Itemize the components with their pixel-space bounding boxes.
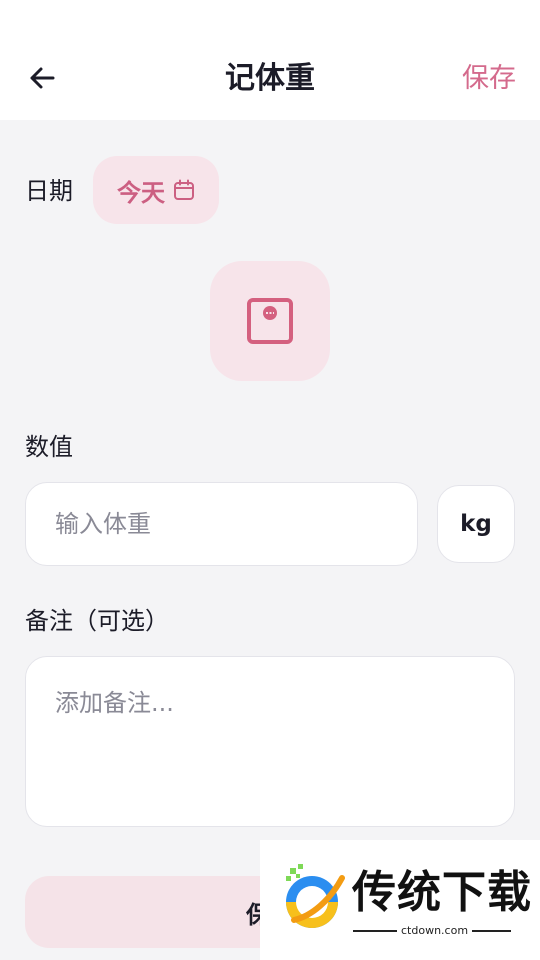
note-textarea[interactable]: [25, 656, 515, 827]
value-label: 数值: [25, 433, 73, 461]
unit-selector[interactable]: kg: [437, 485, 515, 563]
date-picker-chip[interactable]: 今天: [93, 156, 219, 224]
date-value: 今天: [117, 178, 165, 207]
watermark-overlay: 传统下载 ctdown.com: [260, 840, 540, 960]
calendar-icon: [174, 179, 194, 200]
weight-input[interactable]: [25, 482, 418, 566]
scale-icon-tile: [210, 261, 330, 381]
app-header: 记体重 保存: [0, 0, 540, 120]
note-label: 备注（可选）: [25, 607, 169, 635]
watermark-logo-icon: [286, 864, 345, 928]
save-button-top[interactable]: 保存: [462, 58, 516, 100]
scale-icon: [247, 298, 293, 344]
watermark-title: 传统下载: [352, 867, 532, 918]
date-label: 日期: [25, 177, 73, 205]
page-title: 记体重: [225, 61, 315, 96]
watermark-site: ctdown.com: [397, 922, 473, 940]
